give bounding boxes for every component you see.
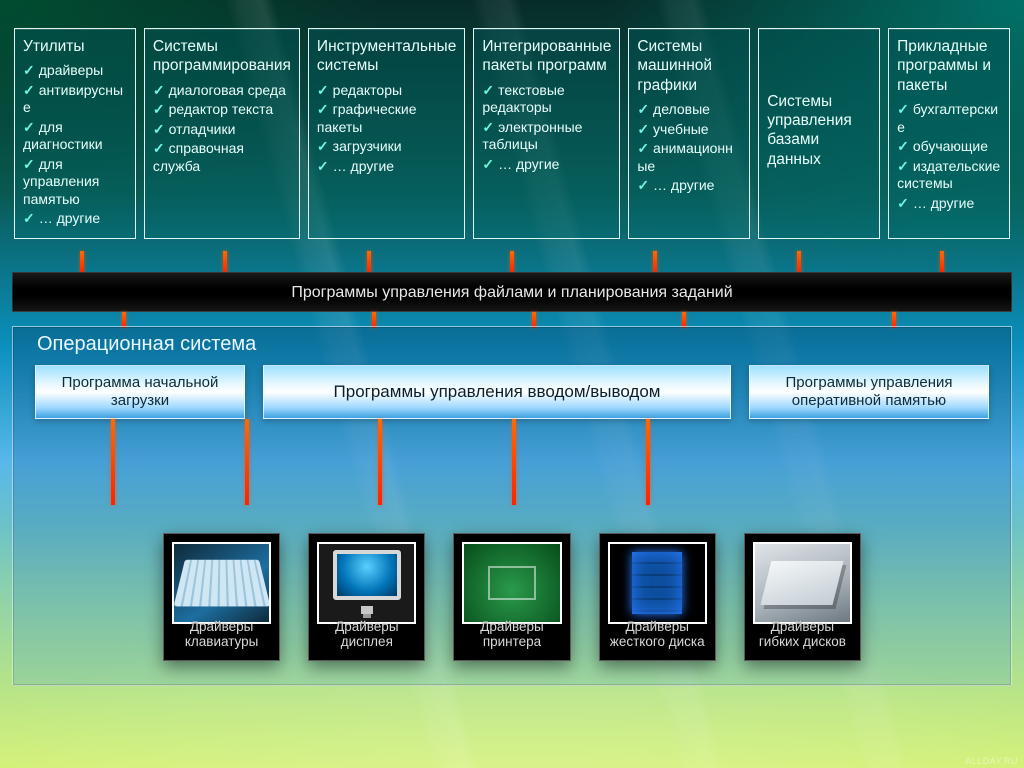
category-row: Утилиты драйверы антивирусные для диагно… <box>14 28 1010 239</box>
category-box: Инструментальные системы редакторы графи… <box>308 28 465 239</box>
driver-connectors <box>35 419 989 505</box>
list-item: … другие <box>317 158 456 176</box>
category-list: редакторы графические пакеты загрузчики … <box>317 80 456 176</box>
top-connectors <box>14 251 1010 273</box>
category-title: Инструментальные системы <box>317 37 456 76</box>
category-title: Системы программирования <box>153 37 291 76</box>
category-list: текстовые редакторы электронные таблицы … <box>482 80 611 174</box>
list-item: … другие <box>482 156 611 174</box>
driver-tile-printer: Драйверы принтера <box>453 533 570 661</box>
category-box: Прикладные программы и пакеты бухгалтерс… <box>888 28 1010 239</box>
bootstrap-box: Программа начальной загрузки <box>35 365 245 419</box>
list-item: бухгалтерские <box>897 101 1001 136</box>
category-title: Прикладные программы и пакеты <box>897 37 1001 95</box>
category-title: Утилиты <box>23 37 127 56</box>
list-item: графические пакеты <box>317 101 456 136</box>
driver-row: Драйверы клавиатуры Драйверы дисплея Дра… <box>163 533 861 661</box>
driver-tile-display: Драйверы дисплея <box>308 533 425 661</box>
category-title: Системы машинной графики <box>637 37 741 95</box>
list-item: антивирусные <box>23 82 127 117</box>
category-box: Интегрированные пакеты программ текстовы… <box>473 28 620 239</box>
keyboard-icon <box>172 542 271 624</box>
category-list: драйверы антивирусные для диагностики дл… <box>23 60 127 228</box>
hdd-icon <box>608 542 707 624</box>
driver-label: Драйверы гибких дисков <box>751 619 854 650</box>
list-item: издательские системы <box>897 158 1001 193</box>
driver-label: Драйверы дисплея <box>315 619 418 650</box>
list-item: для управления памятью <box>23 156 127 209</box>
list-item: … другие <box>637 177 741 195</box>
floppy-icon <box>753 542 852 624</box>
monitor-icon <box>317 542 416 624</box>
watermark: ALLDAY.RU <box>965 756 1018 766</box>
os-title: Операционная система <box>37 333 256 356</box>
category-box: Системы программирования диалоговая сред… <box>144 28 300 239</box>
category-list: диалоговая среда редактор текста отладчи… <box>153 80 291 176</box>
io-box: Программы управления вводом/выводом <box>263 365 731 419</box>
category-title: Интегрированные пакеты программ <box>482 37 611 76</box>
list-item: … другие <box>897 195 1001 213</box>
list-item: драйверы <box>23 62 127 80</box>
os-mid-row: Программа начальной загрузки Программы у… <box>35 365 989 419</box>
driver-tile-hdd: Драйверы жесткого диска <box>599 533 716 661</box>
list-item: текстовые редакторы <box>482 82 611 117</box>
category-list: бухгалтерские обучающие издательские сис… <box>897 99 1001 212</box>
list-item: обучающие <box>897 138 1001 156</box>
category-box: Утилиты драйверы антивирусные для диагно… <box>14 28 136 239</box>
driver-label: Драйверы принтера <box>460 619 563 650</box>
driver-tile-floppy: Драйверы гибких дисков <box>744 533 861 661</box>
ram-box: Программы управления оперативной памятью <box>749 365 989 419</box>
printer-icon <box>462 542 561 624</box>
list-item: диалоговая среда <box>153 82 291 100</box>
driver-tile-keyboard: Драйверы клавиатуры <box>163 533 280 661</box>
file-management-bar: Программы управления файлами и планирова… <box>12 272 1012 312</box>
list-item: учебные <box>637 121 741 139</box>
list-item: редакторы <box>317 82 456 100</box>
list-item: анимационные <box>637 140 741 175</box>
category-box: Системы машинной графики деловые учебные… <box>628 28 750 239</box>
category-title: Системы управления базами данных <box>767 92 871 170</box>
list-item: справочная служба <box>153 140 291 175</box>
list-item: отладчики <box>153 121 291 139</box>
list-item: для диагностики <box>23 119 127 154</box>
driver-label: Драйверы жесткого диска <box>606 619 709 650</box>
list-item: деловые <box>637 101 741 119</box>
category-list: деловые учебные анимационные … другие <box>637 99 741 195</box>
driver-label: Драйверы клавиатуры <box>170 619 273 650</box>
list-item: … другие <box>23 210 127 228</box>
os-panel: Операционная система Программа начальной… <box>12 326 1012 686</box>
category-box: Системы управления базами данных <box>758 28 880 239</box>
list-item: редактор текста <box>153 101 291 119</box>
list-item: загрузчики <box>317 138 456 156</box>
list-item: электронные таблицы <box>482 119 611 154</box>
